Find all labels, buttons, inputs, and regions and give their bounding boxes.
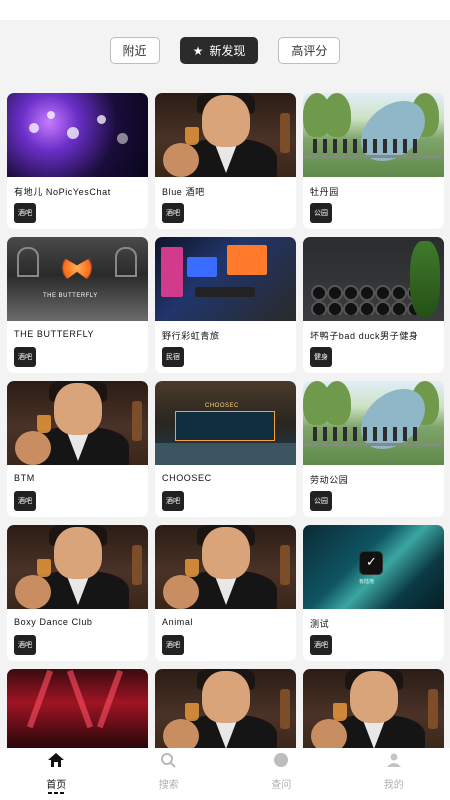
venue-card[interactable]: THE BUTTERFLY THE BUTTERFLY 酒吧	[7, 237, 148, 373]
tab-label: 我的	[383, 780, 404, 791]
venue-title: THE BUTTERFLY	[14, 329, 95, 339]
filter-label: 新发现	[209, 44, 246, 58]
filter-label: 高评分	[291, 44, 328, 58]
category-tag: 酒吧	[14, 491, 36, 511]
venue-photo: THE BUTTERFLY	[7, 237, 148, 321]
venue-card[interactable]: 有陆地测试酒吧	[303, 525, 444, 661]
venue-photo	[155, 525, 296, 609]
tab-label: 首页	[46, 780, 67, 791]
category-tag: 酒吧	[14, 203, 36, 223]
category-tag: 酒吧	[162, 203, 184, 223]
venue-card[interactable]: CHOOSEC CHOOSEC 酒吧	[155, 381, 296, 517]
venue-photo	[155, 669, 296, 748]
venue-card[interactable]	[7, 669, 148, 748]
venue-photo	[303, 669, 444, 748]
venue-grid: 有地儿 NoPicYesChat 酒吧 Blue 酒吧 酒吧 牡丹园 公园 THE BUTT…	[7, 93, 444, 748]
venue-card[interactable]	[303, 669, 444, 748]
category-tag: 酒吧	[162, 491, 184, 511]
tab-profile[interactable]: 我的	[338, 748, 450, 800]
category-tag: 酒吧	[14, 347, 36, 367]
category-tag: 健身	[310, 347, 332, 367]
sign-text: THE BUTTERFLY	[43, 293, 98, 299]
venue-title: 野行彩虹青旅	[162, 331, 220, 341]
app-logo-icon	[359, 551, 383, 575]
venue-card[interactable]: 牡丹园 公园	[303, 93, 444, 229]
active-indicator	[48, 792, 65, 794]
category-tag: 民宿	[162, 347, 184, 367]
venue-photo	[155, 93, 296, 177]
bottom-tab-bar: 首页 搜索 查问 我的	[0, 748, 450, 800]
venue-photo	[7, 525, 148, 609]
home-icon	[48, 753, 65, 767]
venue-photo: CHOOSEC	[155, 381, 296, 465]
tab-home[interactable]: 首页	[0, 748, 112, 800]
venue-title: Animal	[162, 617, 194, 627]
venue-card[interactable]: Blue 酒吧酒吧	[155, 93, 296, 229]
venue-title: 测试	[310, 619, 330, 629]
venue-photo	[7, 669, 148, 748]
filter-label: 附近	[122, 44, 147, 58]
venue-title: BTM	[14, 473, 35, 483]
venue-photo	[155, 237, 296, 321]
category-tag: 酒吧	[310, 635, 332, 655]
venue-title: 牡丹园	[310, 187, 339, 197]
filter-new-discovery-button[interactable]: ★ 新发现	[179, 37, 259, 64]
venue-photo	[7, 93, 148, 177]
star-icon: ★	[192, 43, 204, 58]
venue-card[interactable]: Animal 酒吧	[155, 525, 296, 661]
venue-photo: 有陆地	[303, 525, 444, 609]
venue-photo	[303, 93, 444, 177]
search-icon	[160, 753, 176, 768]
venue-card[interactable]: 坏鸭子bad duck男子健身健身	[303, 237, 444, 373]
venue-card[interactable]: BTM 酒吧	[7, 381, 148, 517]
status-bar	[0, 0, 450, 20]
sign-text: CHOOSEC	[205, 403, 239, 409]
tab-label: 查问	[271, 780, 292, 791]
circle-icon	[274, 753, 289, 767]
tab-inquiry[interactable]: 查问	[225, 748, 337, 800]
venue-title: Blue 酒吧	[162, 187, 205, 197]
filter-top-rated-button[interactable]: 高评分	[278, 37, 341, 64]
filter-bar: 附近 ★ 新发现 高评分	[0, 37, 450, 64]
venue-photo	[7, 381, 148, 465]
category-tag: 公园	[310, 203, 332, 223]
tab-search[interactable]: 搜索	[113, 748, 225, 800]
user-icon	[386, 753, 401, 767]
category-tag: 公园	[310, 491, 332, 511]
venue-card[interactable]: Boxy Dance Club 酒吧	[7, 525, 148, 661]
venue-photo	[303, 381, 444, 465]
venue-title: 劳动公园	[310, 475, 349, 485]
venue-card[interactable]: 劳动公园 公园	[303, 381, 444, 517]
category-tag: 酒吧	[162, 635, 184, 655]
category-tag: 酒吧	[14, 635, 36, 655]
venue-title: 坏鸭子bad duck男子健身	[310, 331, 419, 341]
tab-label: 搜索	[158, 780, 179, 791]
venue-card[interactable]: 野行彩虹青旅 民宿	[155, 237, 296, 373]
venue-title: CHOOSEC	[162, 473, 212, 483]
venue-card[interactable]	[155, 669, 296, 748]
venue-photo	[303, 237, 444, 321]
venue-title: 有地儿 NoPicYesChat	[14, 187, 111, 197]
venue-title: Boxy Dance Club	[14, 617, 93, 627]
venue-card[interactable]: 有地儿 NoPicYesChat 酒吧	[7, 93, 148, 229]
filter-nearby-button[interactable]: 附近	[109, 37, 160, 64]
sign-text: 有陆地	[359, 579, 375, 585]
